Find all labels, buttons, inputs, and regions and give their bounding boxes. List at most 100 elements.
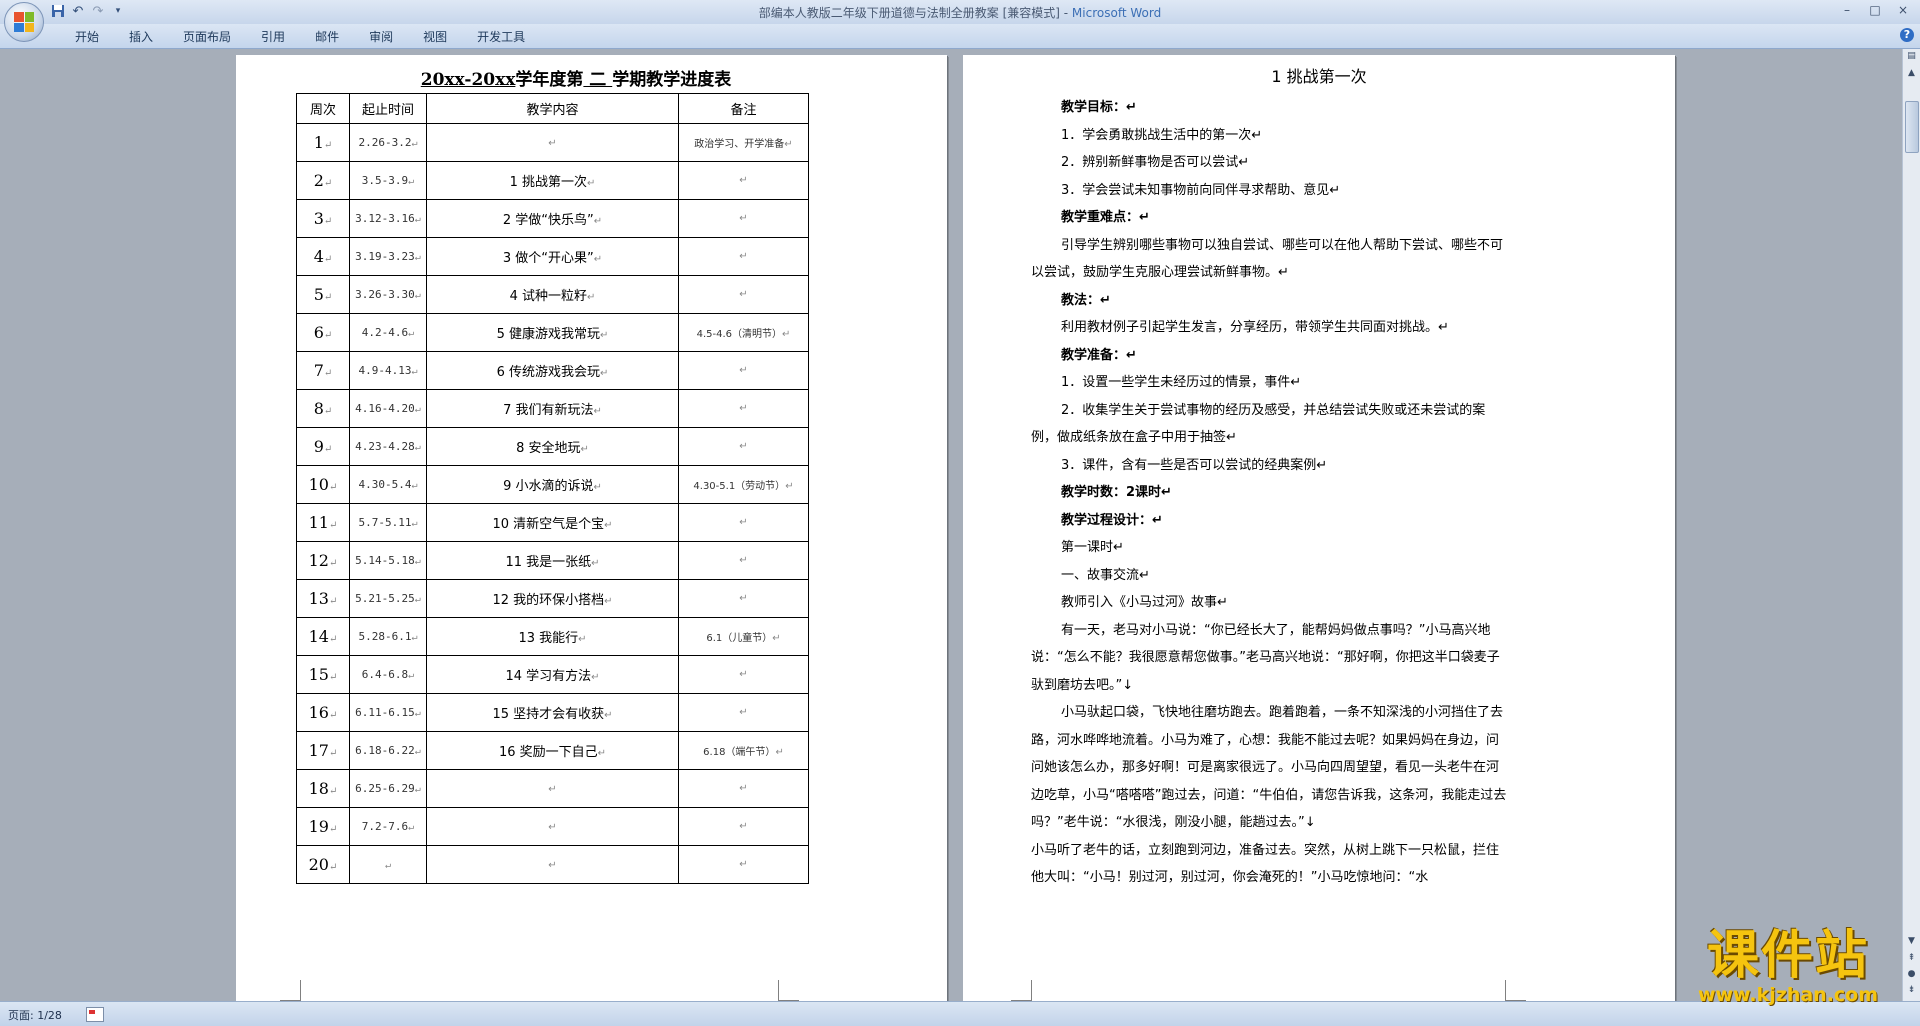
cell-date: ↵ <box>349 845 427 884</box>
cell-week-text: 10 <box>308 475 329 494</box>
cell-note: ↵ <box>678 693 809 732</box>
col-note: 备注 <box>678 93 809 124</box>
close-button[interactable]: × <box>1892 1 1914 19</box>
page-left[interactable]: 20xx-20xx学年度第 二 学期教学进度表 周次 起止时间 教学内容 备注 … <box>236 55 947 1001</box>
paragraph-mark: ↵ <box>739 555 748 566</box>
tab-mailings[interactable]: 邮件 <box>300 28 354 46</box>
minimize-button[interactable]: – <box>1836 1 1858 19</box>
cell-content-text: 7 我们有新玩法 <box>503 403 594 418</box>
tab-insert[interactable]: 插入 <box>114 28 168 46</box>
tab-developer[interactable]: 开发工具 <box>462 28 540 46</box>
paragraph-mark: ↵ <box>739 783 748 794</box>
cell-note-text: 4.30-5.1（劳动节） <box>693 481 786 492</box>
tab-page-layout[interactable]: 页面布局 <box>168 28 246 46</box>
paragraph-mark: ↵ <box>548 822 557 833</box>
cell-date: 6.11-6.15↵ <box>349 693 427 732</box>
cell-week-text: 16 <box>308 703 329 722</box>
cell-content: 6 传统游戏我会玩↵ <box>426 351 679 390</box>
cell-note: ↵ <box>678 503 809 542</box>
cell-week-text: 11 <box>308 513 329 532</box>
cell-note-text: 6.1（儿童节） <box>706 633 773 644</box>
cell-date-text: 2.26-3.2 <box>358 136 412 149</box>
cell-week: 14↵ <box>296 617 350 656</box>
paragraph-mark: ↵ <box>548 138 557 149</box>
help-icon[interactable]: ? <box>1900 28 1914 42</box>
paragraph-mark: ↵ <box>604 710 613 721</box>
tab-review[interactable]: 审阅 <box>354 28 408 46</box>
schedule-table: 周次 起止时间 教学内容 备注 1↵ 2.26-3.2↵ ↵ 政治学习、开学准备↵ 2↵… <box>296 93 809 884</box>
cell-content-text: 14 学习有方法 <box>505 669 592 684</box>
paragraph-mark: ↵ <box>604 520 613 531</box>
page-right[interactable]: 1 挑战第一次 教学目标：↵ 1．学会勇敢挑战生活中的第一次↵ 2．辨别新鲜事物是否… <box>963 55 1675 1001</box>
tab-home[interactable]: 开始 <box>60 28 114 46</box>
window-title: 部编本人教版二年级下册道德与法制全册教案 [兼容模式] - Microsoft … <box>0 4 1920 21</box>
paragraph-mark: ↵ <box>591 672 600 683</box>
cell-week: 18↵ <box>296 769 350 808</box>
table-row: 2↵ 3.5-3.9↵ 1 挑战第一次↵ ↵ <box>296 161 809 200</box>
cell-date-text: 5.7-5.11 <box>358 516 412 529</box>
paragraph-mark: ↵ <box>328 862 338 873</box>
table-row: 13↵ 5.21-5.25↵ 12 我的环保小搭档↵ ↵ <box>296 579 809 618</box>
paragraph-mark: ↵ <box>739 517 748 528</box>
cell-date-text: 4.9-4.13 <box>358 364 412 377</box>
paragraph-mark: ↵ <box>328 596 338 607</box>
ruler-toggle-icon[interactable]: ▤ <box>1904 49 1919 64</box>
paragraph-mark: ↵ <box>323 178 333 189</box>
cell-date-text: 5.21-5.25 <box>355 592 415 605</box>
paragraph-mark: ↵ <box>739 859 748 870</box>
document-area[interactable]: 20xx-20xx学年度第 二 学期教学进度表 周次 起止时间 教学内容 备注 … <box>0 49 1903 1001</box>
table-row: 14↵ 5.28-6.1↵ 13 我能行↵ 6.1（儿童节）↵ <box>296 617 809 656</box>
cell-note: ↵ <box>678 199 809 238</box>
office-button[interactable] <box>4 2 44 42</box>
cell-note: 6.18（端午节）↵ <box>678 731 809 770</box>
paragraph-mark: ↵ <box>772 633 781 644</box>
cell-week: 19↵ <box>296 807 350 846</box>
scroll-up-icon[interactable]: ▲ <box>1904 66 1919 81</box>
spell-check-icon[interactable] <box>86 1007 104 1022</box>
lesson-paragraph: 3．学会尝试未知事物前向同伴寻求帮助、意见↵ <box>1061 182 1341 198</box>
paragraph-mark: ↵ <box>328 710 338 721</box>
cell-content: 16 奖励一下自己↵ <box>426 731 679 770</box>
cell-week: 13↵ <box>296 579 350 618</box>
cell-note: ↵ <box>678 541 809 580</box>
lesson-paragraph: 有一天，老马对小马说：“你已经长大了，能帮妈妈做点事吗？”小马高兴地说：“怎么不… <box>1031 622 1500 693</box>
title-bar: ↶ ↷ ▾ 部编本人教版二年级下册道德与法制全册教案 [兼容模式] - Micr… <box>0 0 1920 42</box>
cell-week-text: 13 <box>308 589 329 608</box>
crop-mark <box>280 980 301 1001</box>
cell-week: 20↵ <box>296 845 350 884</box>
app-name: Microsoft Word <box>1071 6 1162 20</box>
cell-content: 13 我能行↵ <box>426 617 679 656</box>
cell-week-text: 3 <box>313 209 324 228</box>
lesson-paragraph: 小马驮起口袋，飞快地往磨坊跑去。跑着跑着，一条不知深浅的小河挡住了去路，河水哗哗… <box>1031 705 1507 830</box>
vertical-scrollbar[interactable]: ▤ ▲ ▼ ⇞ ● ⇟ <box>1902 49 1920 1001</box>
tab-view[interactable]: 视图 <box>408 28 462 46</box>
cell-week-text: 14 <box>308 627 329 646</box>
table-row: 15↵ 6.4-6.8↵ 14 学习有方法↵ ↵ <box>296 655 809 694</box>
table-row: 8↵ 4.16-4.20↵ 7 我们有新玩法↵ ↵ <box>296 389 809 428</box>
tab-references[interactable]: 引用 <box>246 28 300 46</box>
cell-week: 17↵ <box>296 731 350 770</box>
paragraph-mark: ↵ <box>411 480 418 491</box>
lesson-paragraph: 教学过程设计：↵ <box>1061 512 1163 528</box>
paragraph-mark: ↵ <box>323 216 333 227</box>
cell-content: 15 坚持才会有收获↵ <box>426 693 679 732</box>
cell-date: 3.19-3.23↵ <box>349 237 427 276</box>
maximize-button[interactable]: □ <box>1864 1 1886 19</box>
paragraph-mark: ↵ <box>414 290 421 301</box>
cell-week: 6↵ <box>296 313 350 352</box>
scrollbar-thumb[interactable] <box>1905 101 1919 153</box>
cell-content: 12 我的环保小搭档↵ <box>426 579 679 618</box>
cell-date-text: 6.11-6.15 <box>355 706 415 719</box>
cell-week: 7↵ <box>296 351 350 390</box>
paragraph-mark: ↵ <box>323 330 333 341</box>
cell-date-text: 3.26-3.30 <box>355 288 415 301</box>
cell-week: 2↵ <box>296 161 350 200</box>
lesson-paragraph: 一、故事交流↵ <box>1061 567 1150 583</box>
cell-date: 6.4-6.8↵ <box>349 655 427 694</box>
paragraph-mark: ↵ <box>578 634 587 645</box>
page-counter[interactable]: 页面: 1/28 <box>8 1007 62 1023</box>
cell-date-text: 3.19-3.23 <box>355 250 415 263</box>
paragraph-mark: ↵ <box>414 442 421 453</box>
cell-week-text: 2 <box>313 171 324 190</box>
table-row: 3↵ 3.12-3.16↵ 2 学做“快乐鸟”↵ ↵ <box>296 199 809 238</box>
